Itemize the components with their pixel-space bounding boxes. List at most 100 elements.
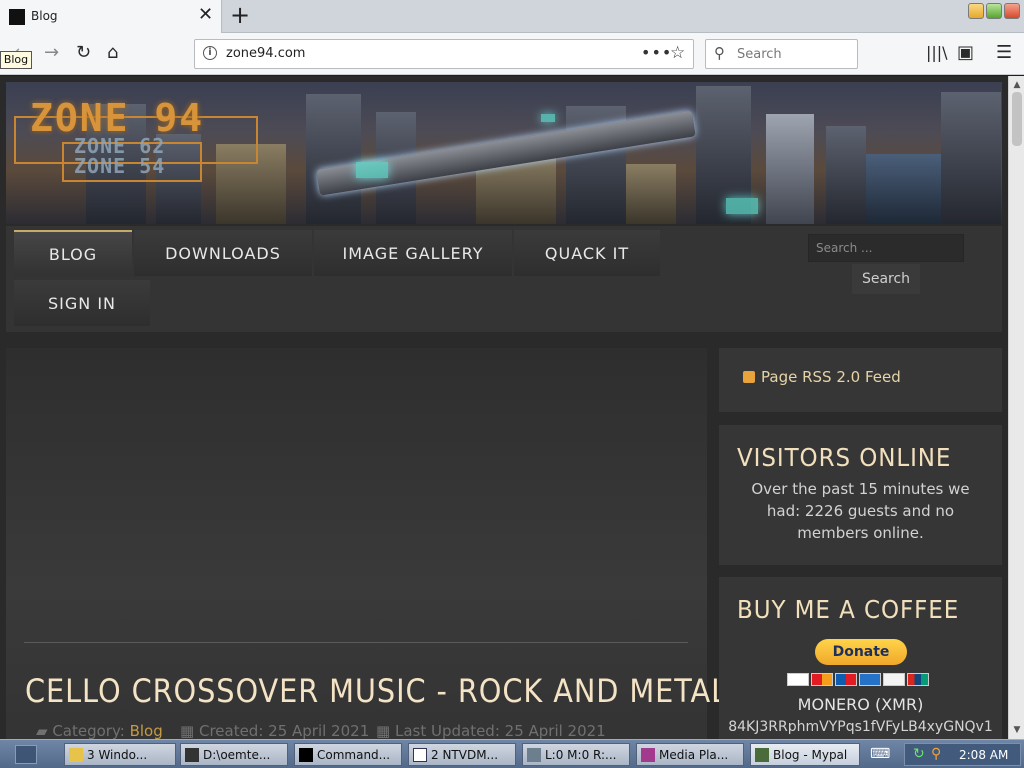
taskbar-item-explorer[interactable]: 3 Windo... (64, 743, 176, 766)
start-button[interactable] (15, 745, 37, 764)
logo-sub-line: ZONE 54 (74, 154, 166, 178)
taskbar-item-7zip[interactable]: D:\oemte... (180, 743, 288, 766)
banner-building (626, 164, 676, 224)
taskbar-label: 2 NTVDM... (431, 748, 499, 762)
site-favicon-icon (9, 9, 25, 25)
scroll-thumb[interactable] (1012, 92, 1022, 146)
scroll-down-icon[interactable]: ▼ (1011, 724, 1023, 736)
taskbar: 3 Windo... D:\oemte... Command... 2 NTVD… (0, 739, 1024, 768)
search-tray-icon[interactable]: ⚲ (931, 746, 941, 762)
close-window-button[interactable] (1004, 3, 1020, 19)
calendar-icon: ▦ (376, 722, 391, 739)
taskbar-label: Command... (317, 748, 391, 762)
search-placeholder: Search (737, 47, 782, 62)
site-banner[interactable]: ZONE 94 ZONE 62 ZONE 54 (6, 82, 1002, 224)
taskbar-item-meter[interactable]: L:0 M:0 R:... (522, 743, 630, 766)
site-nav: BLOG DOWNLOADS IMAGE GALLERY QUACK IT SI… (6, 226, 1002, 332)
taskbar-label: Media Pla... (659, 748, 729, 762)
mastercard-icon (811, 673, 833, 686)
article-category: ▰ Category: Blog (36, 722, 163, 739)
tab-strip: Blog ✕ + (0, 0, 1024, 33)
home-icon[interactable]: ⌂ (107, 43, 118, 63)
window-controls (968, 3, 1020, 19)
coffee-box: BUY ME A COFFEE Donate MONERO (XMR) 84KJ… (719, 577, 1002, 739)
forward-icon[interactable]: → (44, 43, 59, 63)
created-date: Created: 25 April 2021 (198, 722, 370, 739)
new-tab-icon[interactable]: + (230, 3, 250, 27)
sidebar-icon[interactable]: ▣ (957, 43, 974, 63)
banner-light (541, 114, 555, 122)
payment-cards (787, 673, 929, 686)
tab-blog[interactable]: Blog ✕ (0, 0, 222, 33)
monero-address[interactable]: 84KJ3RRphmVYPqs1fVFyLB4xyGNQv1 (719, 719, 1002, 735)
discover-icon (883, 673, 905, 686)
site-search-button[interactable]: Search (852, 264, 920, 294)
visitors-heading: VISITORS ONLINE (737, 443, 952, 472)
site-search-input[interactable]: Search ... (808, 234, 964, 262)
menu-quack-it[interactable]: QUACK IT (514, 230, 660, 276)
folder-icon: ▰ (36, 722, 48, 739)
clock[interactable]: 2:08 AM (959, 748, 1008, 762)
visitors-text: Over the past 15 minutes we had: 2226 gu… (751, 480, 970, 542)
library-icon[interactable]: |||\ (926, 43, 948, 63)
banner-building (306, 94, 361, 224)
rss-icon (743, 371, 755, 383)
taskbar-item-ntvdm[interactable]: 2 NTVDM... (408, 743, 516, 766)
keyboard-icon[interactable]: ⌨ (870, 746, 890, 762)
taskbar-item-command[interactable]: Command... (294, 743, 402, 766)
browser-icon (755, 748, 769, 762)
menu-blog[interactable]: BLOG (14, 230, 132, 276)
banner-light (726, 198, 758, 214)
browser-search-input[interactable]: ⚲ Search (705, 39, 858, 69)
article-title[interactable]: CELLO CROSSOVER MUSIC - ROCK AND METAL (25, 672, 728, 710)
donate-button[interactable]: Donate (815, 639, 907, 665)
taskbar-item-media[interactable]: Media Pla... (636, 743, 744, 766)
visitors-box: VISITORS ONLINE Over the past 15 minutes… (719, 425, 1002, 565)
tab-tooltip: Blog (0, 51, 32, 69)
banner-building (766, 114, 814, 224)
category-link[interactable]: Blog (130, 722, 163, 739)
url-bar[interactable]: i zone94.com ••• ☆ (194, 39, 694, 69)
reload-icon[interactable]: ↻ (76, 43, 91, 63)
scroll-up-icon[interactable]: ▲ (1011, 79, 1023, 91)
network-icon[interactable]: ↻ (913, 746, 925, 762)
visa-icon (787, 673, 809, 686)
logo-sub-line: ZONE 62 (74, 134, 166, 158)
console-icon (299, 748, 313, 762)
close-tab-icon[interactable]: ✕ (198, 6, 213, 24)
monero-heading: MONERO (XMR) (797, 695, 924, 714)
taskbar-label: L:0 M:0 R:... (545, 748, 617, 762)
category-label: Category: (52, 722, 125, 739)
maximize-button[interactable] (986, 3, 1002, 19)
monitor-icon (527, 748, 541, 762)
site-logo-sub: ZONE 62 ZONE 54 (74, 136, 165, 176)
banner-building (826, 126, 866, 224)
calendar-icon: ▦ (180, 722, 195, 739)
menu-downloads[interactable]: DOWNLOADS (134, 230, 312, 276)
divider (24, 642, 688, 643)
search-icon: ⚲ (714, 44, 725, 62)
info-icon[interactable]: i (203, 46, 217, 60)
taskbar-label: D:\oemte... (203, 748, 271, 762)
taskbar-label: Blog - Mypal (773, 748, 848, 762)
coffee-heading: BUY ME A COFFEE (737, 595, 960, 624)
page-actions-icon[interactable]: ••• (641, 43, 672, 62)
amex-icon (859, 673, 881, 686)
taskbar-item-browser[interactable]: Blog - Mypal (750, 743, 860, 766)
rss-link[interactable]: Page RSS 2.0 Feed (743, 368, 901, 386)
page-scrollbar[interactable]: ▲ ▼ (1008, 76, 1024, 739)
article-updated: ▦ Last Updated: 25 April 2021 (376, 722, 606, 739)
bookmark-star-icon[interactable]: ☆ (670, 43, 685, 63)
navigation-toolbar: ← → ↻ ⌂ i zone94.com ••• ☆ ⚲ Search |||\… (0, 33, 1024, 75)
article-panel: CELLO CROSSOVER MUSIC - ROCK AND METAL ▰… (6, 348, 727, 739)
banner-light (356, 162, 388, 178)
menu-image-gallery[interactable]: IMAGE GALLERY (314, 230, 512, 276)
menu-sign-in[interactable]: SIGN IN (14, 280, 150, 326)
rss-box: Page RSS 2.0 Feed (719, 348, 1002, 412)
url-text[interactable]: zone94.com (226, 46, 305, 61)
system-tray: ↻ ⚲ 2:08 AM (904, 743, 1021, 766)
minimize-button[interactable] (968, 3, 984, 19)
folder-icon (69, 748, 83, 762)
menu-icon[interactable]: ☰ (996, 43, 1012, 63)
window-icon (413, 748, 427, 762)
